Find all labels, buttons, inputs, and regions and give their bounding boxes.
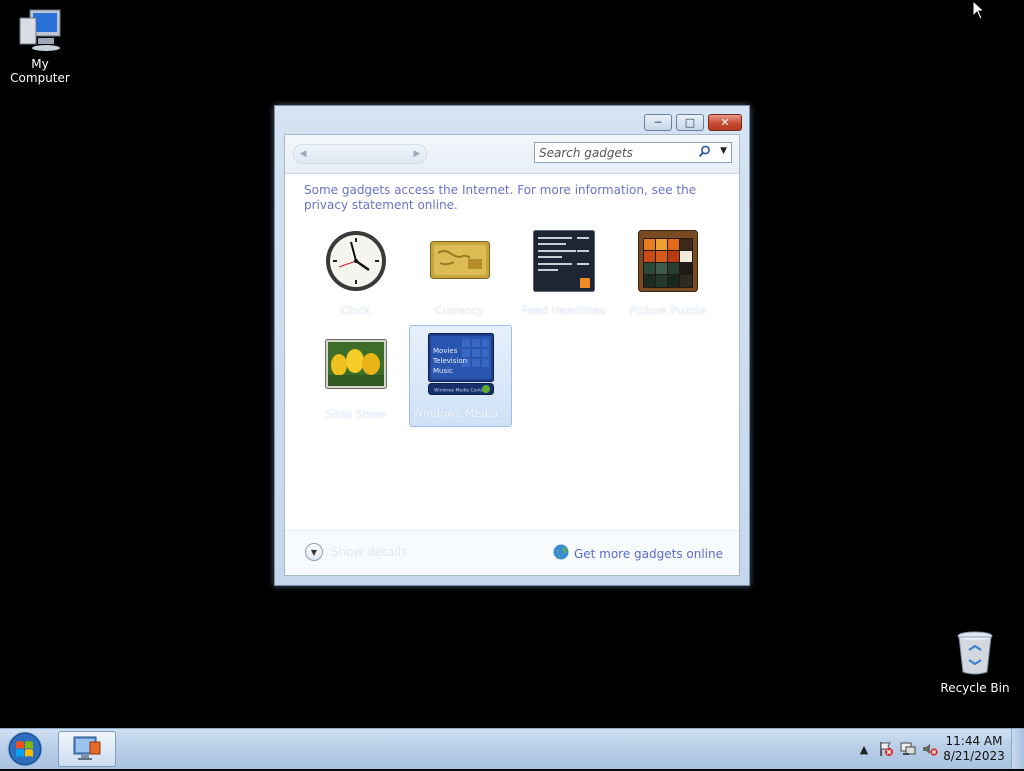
action-center-icon[interactable] bbox=[875, 738, 897, 760]
get-more-gadgets-label: Get more gadgets online bbox=[573, 546, 723, 561]
gadget-name: Slide Show bbox=[325, 408, 386, 421]
desktop-icon-recycle-bin[interactable]: Recycle Bin bbox=[935, 630, 1015, 695]
gadget-currency[interactable]: Currency bbox=[408, 222, 511, 324]
show-details-label: Show details bbox=[331, 545, 408, 559]
close-icon: ✕ bbox=[720, 116, 730, 129]
minimize-icon: ─ bbox=[654, 116, 662, 129]
search-input[interactable] bbox=[539, 144, 689, 161]
show-hidden-icons-button[interactable]: ▲ bbox=[853, 738, 875, 760]
taskbar-clock[interactable]: 11:44 AM 8/21/2023 bbox=[941, 734, 1007, 764]
media-center-line-music: Music bbox=[433, 367, 453, 375]
gadget-name: Feed Headlines bbox=[521, 304, 606, 317]
search-dropdown-icon[interactable]: ▼ bbox=[720, 146, 727, 156]
get-more-gadgets-link[interactable]: Get more gadgets online bbox=[553, 544, 723, 563]
gadget-name: Clock bbox=[340, 304, 371, 317]
picture-puzzle-icon bbox=[637, 230, 698, 295]
clock-time: 11:44 AM bbox=[945, 734, 1003, 748]
recycle-bin-icon bbox=[935, 630, 1015, 679]
clock-date: 8/21/2023 bbox=[943, 749, 1005, 763]
volume-muted-icon[interactable] bbox=[919, 738, 941, 760]
gadget-windows-media-center[interactable]: Movies Television Music Windows Media Ce… bbox=[409, 325, 512, 427]
taskbar-item-gadgets[interactable] bbox=[58, 731, 116, 767]
show-desktop-button[interactable] bbox=[1011, 729, 1024, 769]
mouse-cursor-icon bbox=[972, 0, 986, 23]
caption-buttons: ─ □ ✕ bbox=[640, 114, 742, 131]
search-icon[interactable] bbox=[698, 145, 711, 161]
gadget-name: Picture Puzzle bbox=[629, 304, 706, 317]
media-center-footer: Windows Media Center bbox=[434, 388, 486, 394]
chevron-down-icon: ▼ bbox=[305, 543, 323, 561]
desktop-icon-label: My Computer bbox=[10, 57, 70, 85]
restore-icon: □ bbox=[684, 116, 696, 129]
gadget-feed-headlines[interactable]: Feed Headlines bbox=[512, 222, 615, 324]
gadget-name: Currency bbox=[434, 304, 485, 317]
slide-show-icon bbox=[324, 339, 387, 392]
currency-icon bbox=[429, 241, 490, 282]
desktop-icon-label: Recycle Bin bbox=[940, 681, 1010, 695]
desktop-icon-my-computer[interactable]: My Computer bbox=[0, 8, 80, 85]
gadget-gallery-client: ◀ ▶ ▼ Some gadgets access the Internet. … bbox=[284, 134, 740, 576]
start-orb-icon bbox=[5, 731, 45, 771]
gadget-slide-show[interactable]: Slide Show bbox=[304, 326, 407, 428]
globe-icon bbox=[553, 544, 569, 563]
computer-icon bbox=[0, 8, 80, 55]
network-icon[interactable] bbox=[897, 738, 919, 760]
restore-button[interactable]: □ bbox=[676, 114, 704, 131]
page-navigator: ◀ ▶ bbox=[293, 144, 427, 164]
gadget-picture-puzzle[interactable]: Picture Puzzle bbox=[616, 222, 719, 324]
windows-media-center-icon: Movies Television Music Windows Media Ce… bbox=[427, 333, 494, 398]
clock-icon bbox=[325, 230, 387, 295]
gadgets-app-icon bbox=[72, 734, 102, 765]
system-tray: ▲ 11:44 AM 8/21/2023 bbox=[853, 729, 1024, 769]
next-page-icon[interactable]: ▶ bbox=[408, 145, 426, 163]
feed-headlines-icon bbox=[532, 230, 595, 295]
gadget-clock[interactable]: Clock bbox=[304, 222, 407, 324]
privacy-notice[interactable]: Some gadgets access the Internet. For mo… bbox=[304, 183, 724, 213]
previous-page-icon[interactable]: ◀ bbox=[294, 145, 312, 163]
gadget-gallery-window: ─ □ ✕ ◀ ▶ ▼ Some gadgets access the Inte… bbox=[274, 105, 750, 586]
toolbar: ◀ ▶ ▼ bbox=[285, 135, 739, 174]
media-center-line-television: Television bbox=[432, 357, 467, 365]
show-details-toggle[interactable]: ▼ Show details bbox=[305, 543, 407, 561]
gadget-name: Windows Media... bbox=[412, 407, 509, 420]
gallery-footer: ▼ Show details Get more gadgets online bbox=[285, 530, 739, 575]
search-box: ▼ bbox=[534, 142, 732, 163]
start-button[interactable] bbox=[5, 730, 45, 768]
close-button[interactable]: ✕ bbox=[708, 114, 742, 131]
minimize-button[interactable]: ─ bbox=[644, 114, 672, 131]
media-center-line-movies: Movies bbox=[433, 347, 458, 355]
taskbar: ▲ 11:44 AM 8/21/2023 bbox=[0, 728, 1024, 769]
